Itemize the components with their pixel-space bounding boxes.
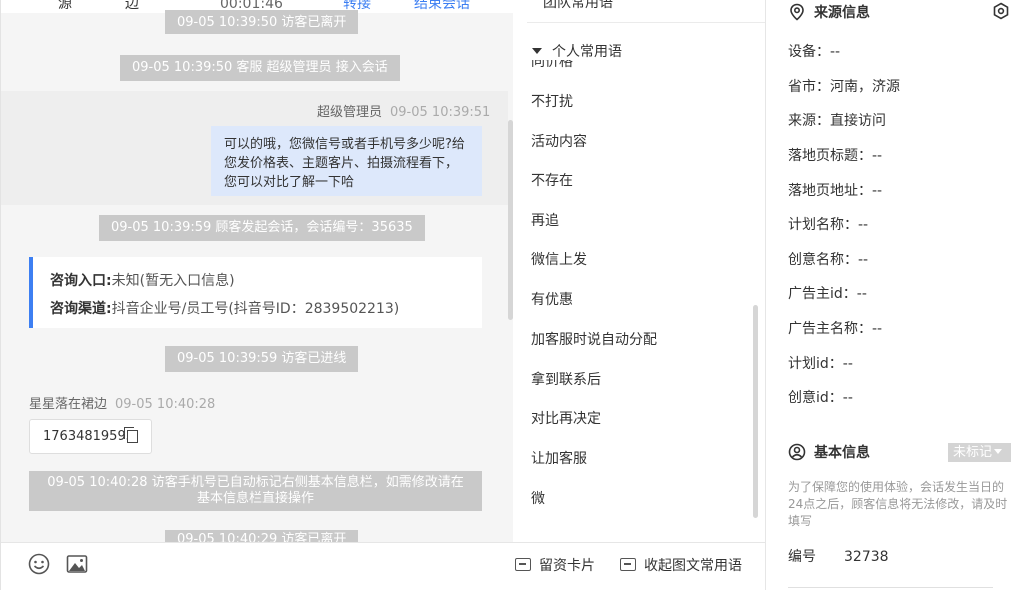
settings-hex-icon[interactable] [992,2,1010,20]
divider [788,587,993,588]
consult-info-card: 咨询入口:未知(暂无入口信息) 咨询渠道:抖音企业号/员工号(抖音号ID：283… [29,257,482,328]
phrases-footer: 留资卡片 收起图文常用语 [513,542,765,590]
consult-channel-label: 咨询渠道: [50,301,112,317]
phrase-item[interactable]: 活动内容 [531,132,587,152]
phrases-scrollbar[interactable] [753,305,758,518]
info-row-advertiser-id: 广告主id：-- [788,286,867,302]
quick-phrases-panel: 团队常用语 个人常用语 同价格 不打扰 活动内容 不存在 再追 微信上发 有优惠… [513,0,767,590]
lead-card-button[interactable]: 留资卡片 [515,557,595,575]
phrase-item[interactable]: 不打扰 [531,92,573,112]
info-row-source: 来源：直接访问 [788,113,886,129]
agent-name: 超级管理员 [317,105,383,120]
customer-id-label: 编号 [788,549,816,565]
phrase-item[interactable]: 有优惠 [531,290,573,310]
chat-input-toolbar [1,542,513,590]
info-row-advertiser-name: 广告主名称：-- [788,321,883,337]
phrase-item[interactable]: 不存在 [531,171,573,191]
info-row-creative-id: 创意id：-- [788,390,853,406]
phrase-item[interactable]: 对比再决定 [531,409,601,429]
location-pin-icon [790,3,804,21]
phrase-item[interactable]: 加客服时说自动分配 [531,330,657,350]
user-circle-icon [788,443,806,461]
system-message: 09-05 10:39:50 客服 超级管理员 接入会话 [120,55,400,81]
tag-dropdown[interactable]: 未标记 [948,443,1011,462]
personal-phrases-title: 个人常用语 [552,44,622,60]
collapse-phrases-button[interactable]: 收起图文常用语 [620,557,742,575]
system-message: 09-05 10:39:59 访客已进线 [165,346,359,372]
visitor-phone-number: 17634819593 [43,429,134,444]
phrase-item[interactable]: 拿到联系后 [531,370,601,390]
smile-icon[interactable] [27,552,51,576]
phrase-item[interactable]: 微 [531,489,545,509]
visitor-message-time: 09-05 10:40:28 [115,397,216,412]
visitor-name: 星星落在裙边 [29,397,108,412]
info-row-landing-url: 落地页地址：-- [788,183,883,199]
phrase-item[interactable]: 微信上发 [531,250,587,270]
system-message: 09-05 10:40:29 访客已离开 [165,530,359,542]
agent-message-bubble: 可以的哦，您微信号或者手机号多少呢?给您发价格表、主题客片、拍摄流程看下，您可以… [211,126,482,196]
phrase-item[interactable]: 让加客服 [531,449,587,469]
info-row-landing-title: 落地页标题：-- [788,148,883,164]
info-row-creative-name: 创意名称：-- [788,252,869,268]
system-message: 09-05 10:39:50 访客已离开 [165,10,359,34]
message-icon [620,558,636,571]
card-icon [515,558,531,571]
edit-notice: 为了保障您的使用体验，会话发生当日的24点之后，顾客信息将无法修改，请及时填写 [788,480,1008,528]
info-row-plan-name: 计划名称：-- [788,217,869,233]
info-row-region: 省市：河南，济源 [788,79,900,95]
team-phrases-header[interactable]: 团队常用语 [543,0,613,12]
phrase-item[interactable]: 同价格 [531,60,573,69]
personal-phrases-header[interactable]: 个人常用语 [532,42,622,62]
copy-icon[interactable] [124,427,138,443]
consult-channel-value: 抖音企业号/员工号(抖音号ID：2839502213) [111,301,400,317]
visitor-phone-bubble: 17634819593 [29,419,152,454]
system-message: 09-05 10:40:28 访客手机号已自动标记右侧基本信息栏，如需修改请在基… [29,471,482,511]
system-message: 09-05 10:39:59 顾客发起会话，会话编号：35635 [99,215,425,241]
tag-label: 未标记 [953,445,993,460]
agent-message-time: 09-05 10:39:51 [390,105,491,120]
header-side-text: 边 [125,0,139,12]
caret-down-icon [532,48,542,54]
consult-entry-value: 未知(暂无入口信息) [111,273,235,289]
info-row-plan-id: 计划id：-- [788,356,853,372]
end-session-button[interactable]: 结束会话 [414,0,470,13]
basic-info-title: 基本信息 [814,445,870,461]
source-info-title: 来源信息 [814,5,870,21]
phrase-item[interactable]: 再追 [531,211,559,231]
visitor-message-meta: 星星落在裙边 09-05 10:40:28 [29,393,215,412]
customer-info-panel: 来源信息 设备：-- 省市：河南，济源 来源：直接访问 落地页标题：-- 落地页… [765,0,1016,590]
customer-id-value: 32738 [844,549,889,565]
image-icon[interactable] [65,552,89,576]
caret-down-icon [994,449,1003,454]
chat-panel: 源 边 00:01:46 转接 结束会话 09-05 10:39:50 访客已离… [0,0,513,590]
header-source-text: 源 [58,0,72,12]
consult-entry-label: 咨询入口: [50,273,112,289]
agent-message-meta: 超级管理员 09-05 10:39:51 [317,101,490,120]
divider [527,22,767,23]
info-row-device: 设备：-- [788,44,841,60]
